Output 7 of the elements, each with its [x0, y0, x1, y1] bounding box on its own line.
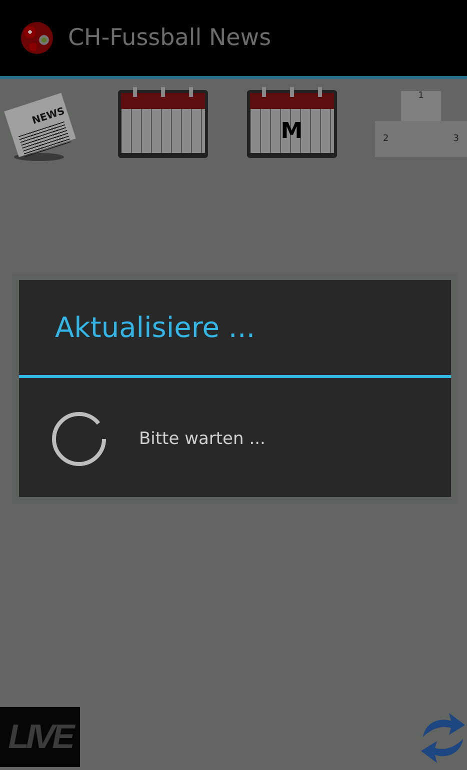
app-title: CH-Fussball News [68, 25, 272, 51]
dialog-message: Bitte warten ... [139, 429, 266, 449]
calendar-icon[interactable] [118, 90, 208, 158]
dialog-title: Aktualisiere ... [54, 310, 256, 346]
loading-spinner-icon [50, 410, 108, 468]
soccer-ball-icon [20, 21, 54, 55]
calendar-icon[interactable]: M [246, 90, 337, 158]
